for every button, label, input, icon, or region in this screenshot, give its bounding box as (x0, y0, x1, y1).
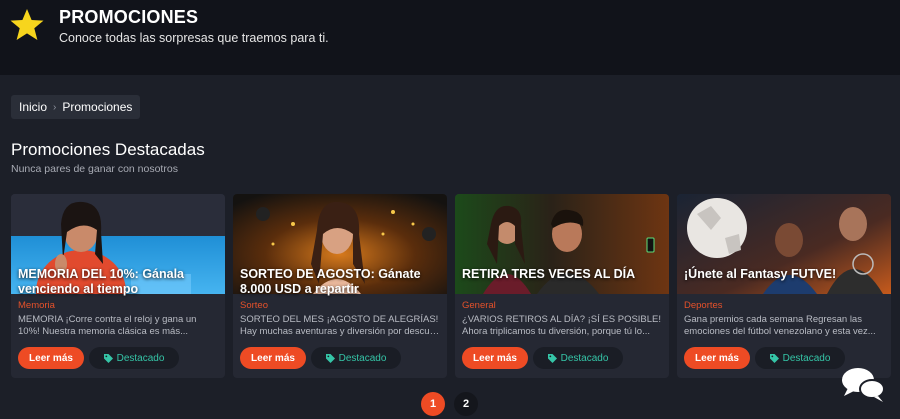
read-more-button[interactable]: Leer más (18, 347, 84, 369)
featured-badge-label: Destacado (782, 352, 831, 364)
tag-icon (769, 353, 779, 363)
featured-badge: Destacado (89, 347, 179, 369)
card-title[interactable]: ¡Únete al Fantasy FUTVE! (684, 267, 884, 282)
section-title: Promociones Destacadas (11, 140, 205, 159)
card-description-line: SORTEO DEL MES ¡AGOSTO DE ALEGRÍAS! (240, 314, 439, 325)
card-description-line: Gana premios cada semana Regresan las (684, 314, 862, 325)
card-description-line: Hay muchas aventuras y diversión por des… (240, 326, 442, 337)
breadcrumb-item-promociones: Promociones (62, 100, 133, 114)
featured-badge: Destacado (311, 347, 401, 369)
chat-bubbles-icon[interactable] (840, 364, 886, 404)
card-category: Sorteo (240, 300, 268, 311)
card-title[interactable]: MEMORIA DEL 10%: Gánala venciendo al tie… (18, 267, 218, 297)
card-description: SORTEO DEL MES ¡AGOSTO DE ALEGRÍAS! Hay … (240, 314, 442, 338)
card-description-line: Ahora triplicamos tu diversión, porque t… (462, 326, 650, 337)
card-description: Gana premios cada semana Regresan las em… (684, 314, 886, 338)
pagination: 1 2 (421, 392, 478, 416)
card-category: Deportes (684, 300, 723, 311)
promo-card-memoria[interactable]: MEMORIA DEL 10%: Gánala venciendo al tie… (11, 194, 225, 378)
card-description-line: emociones del fútbol venezolano y esta v… (684, 326, 876, 337)
featured-badge: Destacado (755, 347, 845, 369)
page-title: PROMOCIONES (59, 7, 199, 27)
breadcrumb: Inicio › Promociones (11, 95, 141, 119)
featured-badge-label: Destacado (560, 352, 609, 364)
star-icon (10, 9, 44, 40)
page-button-2[interactable]: 2 (454, 392, 478, 416)
card-category: Memoria (18, 300, 55, 311)
section-subtitle: Nunca pares de ganar con nosotros (11, 163, 178, 175)
featured-badge-label: Destacado (116, 352, 165, 364)
tag-icon (103, 353, 113, 363)
read-more-button[interactable]: Leer más (684, 347, 750, 369)
promo-card-fantasy[interactable]: ¡Únete al Fantasy FUTVE! Deportes Gana p… (677, 194, 891, 378)
tag-icon (325, 353, 335, 363)
card-description: MEMORIA ¡Corre contra el reloj y gana un… (18, 314, 220, 338)
page-header: PROMOCIONES Conoce todas las sorpresas q… (0, 0, 900, 75)
page-button-1[interactable]: 1 (421, 392, 445, 416)
featured-badge-label: Destacado (338, 352, 387, 364)
card-description: ¿VARIOS RETIROS AL DÍA? ¡SÍ ES POSIBLE! … (462, 314, 664, 338)
card-description-line: 10%! Nuestra memoria clásica es más... (18, 326, 189, 337)
chevron-right-icon: › (53, 101, 57, 113)
tag-icon (547, 353, 557, 363)
card-title[interactable]: RETIRA TRES VECES AL DÍA (462, 267, 662, 282)
page-subtitle: Conoce todas las sorpresas que traemos p… (59, 31, 329, 45)
card-description-line: MEMORIA ¡Corre contra el reloj y gana un (18, 314, 197, 325)
promo-card-retiros[interactable]: RETIRA TRES VECES AL DÍA General ¿VARIOS… (455, 194, 669, 378)
promo-card-list: MEMORIA DEL 10%: Gánala venciendo al tie… (11, 194, 891, 378)
card-description-line: ¿VARIOS RETIROS AL DÍA? ¡SÍ ES POSIBLE! (462, 314, 662, 325)
featured-badge: Destacado (533, 347, 623, 369)
read-more-button[interactable]: Leer más (240, 347, 306, 369)
card-title[interactable]: SORTEO DE AGOSTO: Gánate 8.000 USD a rep… (240, 267, 440, 297)
promo-card-sorteo[interactable]: SORTEO DE AGOSTO: Gánate 8.000 USD a rep… (233, 194, 447, 378)
breadcrumb-item-inicio[interactable]: Inicio (19, 100, 47, 114)
card-category: General (462, 300, 496, 311)
read-more-button[interactable]: Leer más (462, 347, 528, 369)
